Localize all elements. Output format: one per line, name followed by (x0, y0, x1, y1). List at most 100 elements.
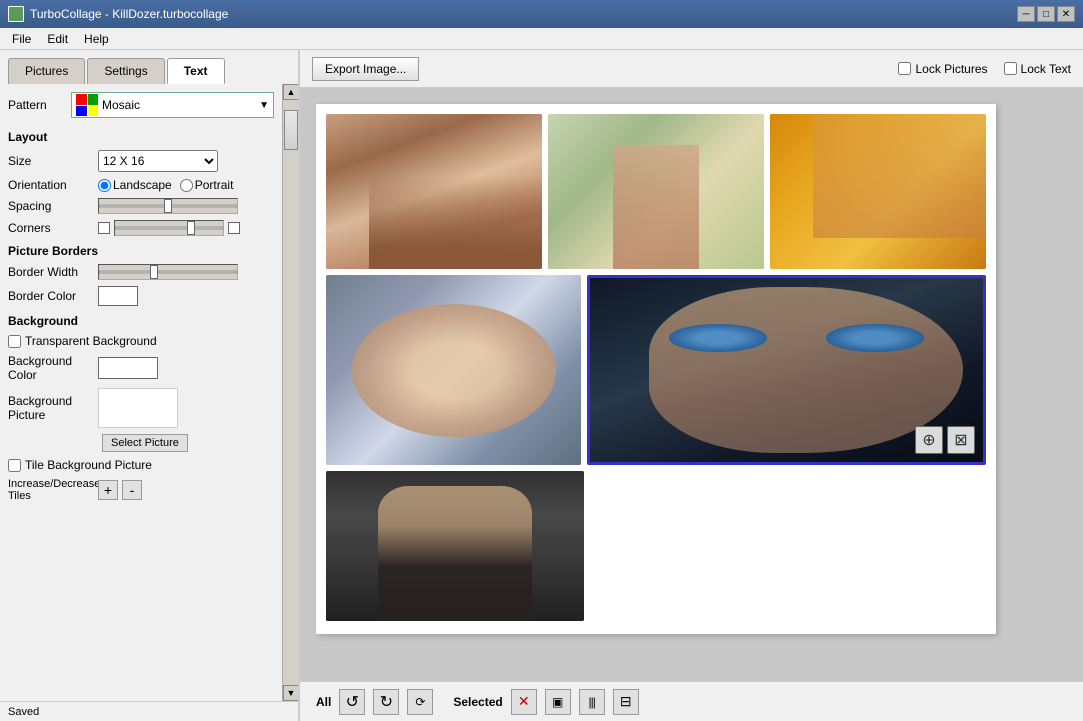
tab-pictures[interactable]: Pictures (8, 58, 85, 84)
scrollbar[interactable]: ▲ ▼ (282, 84, 298, 701)
pattern-icon (76, 94, 98, 116)
pattern-select[interactable]: Mosaic ▼ (71, 92, 274, 118)
status-text: Saved (8, 706, 39, 718)
scrollbar-thumb[interactable] (284, 110, 298, 150)
fit-button[interactable]: ▣ (545, 689, 571, 715)
select-picture-button[interactable]: Select Picture (102, 434, 188, 452)
corners-checkbox-right[interactable] (228, 222, 240, 234)
lock-text-label: Lock Text (1021, 62, 1071, 76)
split-h-button[interactable]: ⊟ (613, 689, 639, 715)
lock-pictures-group: Lock Pictures (898, 62, 987, 76)
tile-bg-row: Tile Background Picture (8, 458, 274, 472)
pattern-row: Pattern Mosaic ▼ (8, 92, 274, 118)
picture-borders-header: Picture Borders (8, 244, 274, 258)
menubar: File Edit Help (0, 28, 1083, 50)
flip-button[interactable]: ⟳ (407, 689, 433, 715)
tile-bg-label: Tile Background Picture (25, 458, 152, 472)
spacing-row: Spacing (8, 198, 274, 214)
decrease-button[interactable]: - (122, 480, 142, 500)
pattern-dropdown-icon: ▼ (259, 100, 269, 111)
tab-bar: Pictures Settings Text (0, 50, 298, 84)
left-panel: Pictures Settings Text Pattern M (0, 50, 300, 721)
titlebar-controls[interactable]: ─ □ ✕ (1017, 6, 1075, 22)
scrollbar-track[interactable] (283, 100, 298, 685)
pattern-label: Pattern (8, 98, 63, 112)
mid-row: ⊕ ⊠ (326, 275, 986, 465)
photo-move-button[interactable]: ⊕ (915, 426, 943, 454)
tab-settings[interactable]: Settings (87, 58, 164, 84)
menu-help[interactable]: Help (76, 30, 117, 48)
selected-label: Selected (453, 695, 502, 709)
landscape-radio-label: Landscape (98, 178, 172, 192)
bottom-toolbar: All ↺ ↻ ⟳ Selected ✕ ▣ ||| ⊟ (300, 681, 1083, 721)
rotate-cw-button[interactable]: ↻ (373, 689, 399, 715)
size-row: Size 12 X 16 8 X 10 10 X 8 (8, 150, 274, 172)
inc-dec-controls: + - (98, 480, 142, 500)
scroll-down-button[interactable]: ▼ (283, 685, 298, 701)
lock-text-group: Lock Text (1004, 62, 1071, 76)
increase-button[interactable]: + (98, 480, 118, 500)
transparent-bg-checkbox[interactable] (8, 335, 21, 348)
panel-scroll-content: Pattern Mosaic ▼ Layout (0, 84, 282, 701)
orientation-label: Orientation (8, 178, 98, 192)
split-v-button[interactable]: ||| (579, 689, 605, 715)
bg-color-row: Background Color (8, 354, 274, 382)
export-button[interactable]: Export Image... (312, 57, 419, 81)
photo-cell-selected[interactable]: ⊕ ⊠ (587, 275, 986, 465)
titlebar-title: TurboCollage - KillDozer.turbocollage (30, 7, 228, 21)
inner-panel: Pattern Mosaic ▼ Layout (0, 84, 298, 701)
landscape-label: Landscape (113, 178, 172, 192)
scroll-up-button[interactable]: ▲ (283, 84, 298, 100)
corners-checkbox-left[interactable] (98, 222, 110, 234)
border-width-slider[interactable] (98, 264, 238, 280)
landscape-radio[interactable] (98, 179, 111, 192)
photo-placeholder-empty (590, 471, 986, 621)
pattern-icon-g (88, 94, 99, 105)
pattern-value: Mosaic (102, 98, 255, 112)
rotate-ccw-button[interactable]: ↺ (339, 689, 365, 715)
portrait-label: Portrait (195, 178, 234, 192)
photo-cell-5[interactable] (326, 471, 584, 621)
pattern-icon-b (76, 106, 87, 117)
spacing-slider[interactable] (98, 198, 238, 214)
spacing-label: Spacing (8, 199, 98, 213)
menu-file[interactable]: File (4, 30, 39, 48)
titlebar-left: TurboCollage - KillDozer.turbocollage (8, 6, 228, 22)
lock-pictures-label: Lock Pictures (915, 62, 987, 76)
menu-edit[interactable]: Edit (39, 30, 76, 48)
right-panel: Export Image... Lock Pictures Lock Text (300, 50, 1083, 721)
lock-text-checkbox[interactable] (1004, 62, 1017, 75)
bg-picture-preview (98, 388, 178, 428)
photo-cell-1[interactable] (326, 114, 542, 269)
bot-row (326, 471, 986, 621)
corners-slider[interactable] (114, 220, 224, 236)
border-color-label: Border Color (8, 289, 98, 303)
top-row (326, 114, 986, 269)
size-label: Size (8, 154, 98, 168)
border-color-picker[interactable] (98, 286, 138, 306)
layout-header: Layout (8, 130, 274, 144)
bg-color-picker[interactable] (98, 357, 158, 379)
size-select[interactable]: 12 X 16 8 X 10 10 X 8 (98, 150, 218, 172)
photo-cell-4[interactable] (326, 275, 581, 465)
pattern-icon-y (88, 106, 99, 117)
photo-cell-2[interactable] (548, 114, 764, 269)
minimize-button[interactable]: ─ (1017, 6, 1035, 22)
maximize-button[interactable]: □ (1037, 6, 1055, 22)
collage-canvas: ⊕ ⊠ (316, 104, 996, 634)
tile-bg-checkbox[interactable] (8, 459, 21, 472)
tab-text[interactable]: Text (167, 58, 225, 84)
titlebar: TurboCollage - KillDozer.turbocollage ─ … (0, 0, 1083, 28)
lock-pictures-checkbox[interactable] (898, 62, 911, 75)
transparent-bg-label: Transparent Background (25, 334, 157, 348)
transparent-bg-row: Transparent Background (8, 334, 274, 348)
statusbar: Saved (0, 701, 298, 721)
canvas-area: ⊕ ⊠ (300, 88, 1083, 681)
portrait-radio[interactable] (180, 179, 193, 192)
delete-button[interactable]: ✕ (511, 689, 537, 715)
orientation-radio-group: Landscape Portrait (98, 178, 233, 192)
photo-remove-button[interactable]: ⊠ (947, 426, 975, 454)
close-button[interactable]: ✕ (1057, 6, 1075, 22)
background-header: Background (8, 314, 274, 328)
photo-cell-3[interactable] (770, 114, 986, 269)
